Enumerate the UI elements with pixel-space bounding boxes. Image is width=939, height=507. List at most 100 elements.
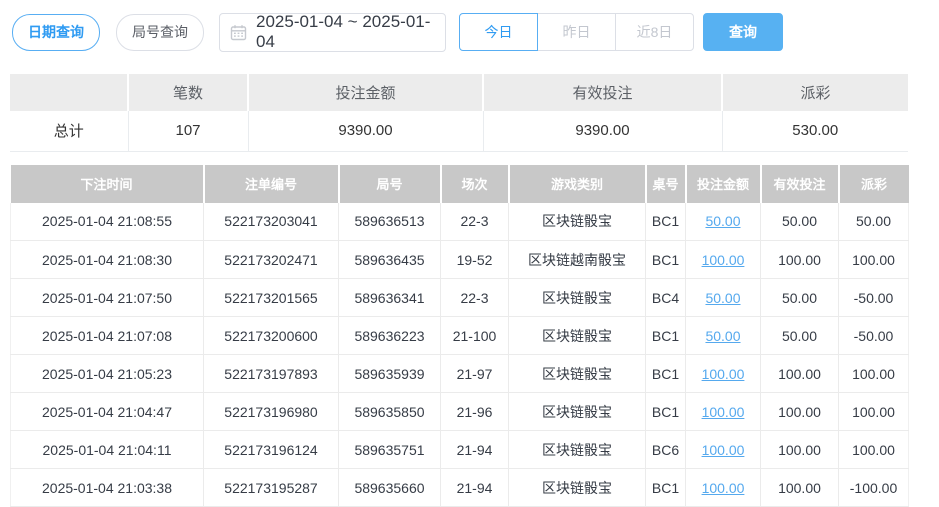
bet-cell: 50.00 [686, 317, 761, 355]
summary-header-cell: 笔数 [128, 74, 248, 111]
payout-cell: 50.00 [839, 203, 909, 241]
summary-header-row: 笔数投注金额有效投注派彩 [10, 74, 908, 111]
column-header: 下注时间 [11, 165, 204, 203]
valid-cell: 100.00 [761, 241, 839, 279]
table-no-cell: BC6 [646, 431, 686, 469]
summary-value: 107 [128, 111, 248, 151]
summary-header-cell: 有效投注 [483, 74, 722, 111]
game-cell: 区块链骰宝 [509, 393, 646, 431]
date-range-value: 2025-01-04 ~ 2025-01-04 [256, 12, 435, 52]
bet-amount-link[interactable]: 50.00 [705, 213, 740, 229]
order-no-cell: 522173197893 [204, 355, 339, 393]
game-cell: 区块链骰宝 [509, 469, 646, 507]
bet-amount-link[interactable]: 100.00 [702, 366, 745, 382]
session-cell: 21-97 [441, 355, 509, 393]
bet-cell: 50.00 [686, 203, 761, 241]
summary-value: 9390.00 [248, 111, 483, 151]
time-cell: 2025-01-04 21:07:50 [11, 279, 204, 317]
round-no-cell: 589635751 [339, 431, 441, 469]
time-cell: 2025-01-04 21:07:08 [11, 317, 204, 355]
bet-amount-link[interactable]: 50.00 [705, 328, 740, 344]
bet-cell: 100.00 [686, 393, 761, 431]
time-cell: 2025-01-04 21:08:55 [11, 203, 204, 241]
date-range-input[interactable]: 2025-01-04 ~ 2025-01-04 [219, 13, 446, 52]
session-cell: 21-94 [441, 431, 509, 469]
quick-range-group: 今日 昨日 近8日 [459, 13, 694, 51]
time-cell: 2025-01-04 21:04:11 [11, 431, 204, 469]
session-cell: 19-52 [441, 241, 509, 279]
records-table: 下注时间注单编号局号场次游戏类别桌号投注金额有效投注派彩 2025-01-04 … [10, 165, 909, 507]
bet-amount-link[interactable]: 100.00 [702, 404, 745, 420]
session-cell: 22-3 [441, 203, 509, 241]
payout-cell: -100.00 [839, 469, 909, 507]
bet-amount-link[interactable]: 100.00 [702, 252, 745, 268]
search-button[interactable]: 查询 [703, 13, 783, 51]
round-no-cell: 589636223 [339, 317, 441, 355]
game-cell: 区块链越南骰宝 [509, 241, 646, 279]
table-no-cell: BC4 [646, 279, 686, 317]
column-header: 游戏类别 [509, 165, 646, 203]
bet-cell: 100.00 [686, 241, 761, 279]
summary-value: 530.00 [722, 111, 908, 151]
query-toolbar: 日期查询 局号查询 2025-01-04 ~ 2025-01-04 今日 [10, 12, 939, 52]
time-cell: 2025-01-04 21:03:38 [11, 469, 204, 507]
round-no-cell: 589635939 [339, 355, 441, 393]
bet-cell: 100.00 [686, 355, 761, 393]
table-row: 2025-01-04 21:08:55522173203041589636513… [11, 203, 909, 241]
quick-last8days-button[interactable]: 近8日 [615, 13, 694, 51]
calendar-icon [230, 24, 247, 41]
summary-row-label: 总计 [10, 111, 128, 151]
order-no-cell: 522173195287 [204, 469, 339, 507]
round-query-tab[interactable]: 局号查询 [116, 14, 204, 51]
column-header: 场次 [441, 165, 509, 203]
valid-cell: 100.00 [761, 469, 839, 507]
valid-cell: 100.00 [761, 393, 839, 431]
order-no-cell: 522173203041 [204, 203, 339, 241]
quick-yesterday-button[interactable]: 昨日 [537, 13, 616, 51]
valid-cell: 50.00 [761, 279, 839, 317]
quick-today-button[interactable]: 今日 [459, 13, 538, 51]
bet-cell: 100.00 [686, 469, 761, 507]
table-row: 2025-01-04 21:04:11522173196124589635751… [11, 431, 909, 469]
table-row: 2025-01-04 21:07:50522173201565589636341… [11, 279, 909, 317]
column-header: 投注金额 [686, 165, 761, 203]
round-no-cell: 589636435 [339, 241, 441, 279]
table-no-cell: BC1 [646, 317, 686, 355]
table-no-cell: BC1 [646, 469, 686, 507]
bet-amount-link[interactable]: 50.00 [705, 290, 740, 306]
session-cell: 21-100 [441, 317, 509, 355]
valid-cell: 100.00 [761, 431, 839, 469]
date-query-tab[interactable]: 日期查询 [12, 14, 100, 51]
round-no-cell: 589635850 [339, 393, 441, 431]
bet-amount-link[interactable]: 100.00 [702, 480, 745, 496]
game-cell: 区块链骰宝 [509, 279, 646, 317]
game-cell: 区块链骰宝 [509, 355, 646, 393]
records-header-row: 下注时间注单编号局号场次游戏类别桌号投注金额有效投注派彩 [11, 165, 909, 203]
column-header: 有效投注 [761, 165, 839, 203]
payout-cell: 100.00 [839, 393, 909, 431]
bet-amount-link[interactable]: 100.00 [702, 442, 745, 458]
order-no-cell: 522173200600 [204, 317, 339, 355]
payout-cell: 100.00 [839, 355, 909, 393]
order-no-cell: 522173201565 [204, 279, 339, 317]
summary-header-cell: 派彩 [722, 74, 908, 111]
table-row: 2025-01-04 21:08:30522173202471589636435… [11, 241, 909, 279]
session-cell: 21-94 [441, 469, 509, 507]
payout-cell: -50.00 [839, 279, 909, 317]
bet-records-page: 日期查询 局号查询 2025-01-04 ~ 2025-01-04 今日 [0, 0, 939, 507]
payout-cell: 100.00 [839, 241, 909, 279]
table-no-cell: BC1 [646, 393, 686, 431]
column-header: 桌号 [646, 165, 686, 203]
table-no-cell: BC1 [646, 241, 686, 279]
round-no-cell: 589636341 [339, 279, 441, 317]
summary-total-row: 总计1079390.009390.00530.00 [10, 111, 908, 151]
summary-table: 笔数投注金额有效投注派彩 总计1079390.009390.00530.00 [10, 74, 908, 152]
bet-cell: 50.00 [686, 279, 761, 317]
payout-cell: -50.00 [839, 317, 909, 355]
valid-cell: 50.00 [761, 317, 839, 355]
game-cell: 区块链骰宝 [509, 431, 646, 469]
time-cell: 2025-01-04 21:04:47 [11, 393, 204, 431]
time-cell: 2025-01-04 21:05:23 [11, 355, 204, 393]
summary-value: 9390.00 [483, 111, 722, 151]
payout-cell: 100.00 [839, 431, 909, 469]
